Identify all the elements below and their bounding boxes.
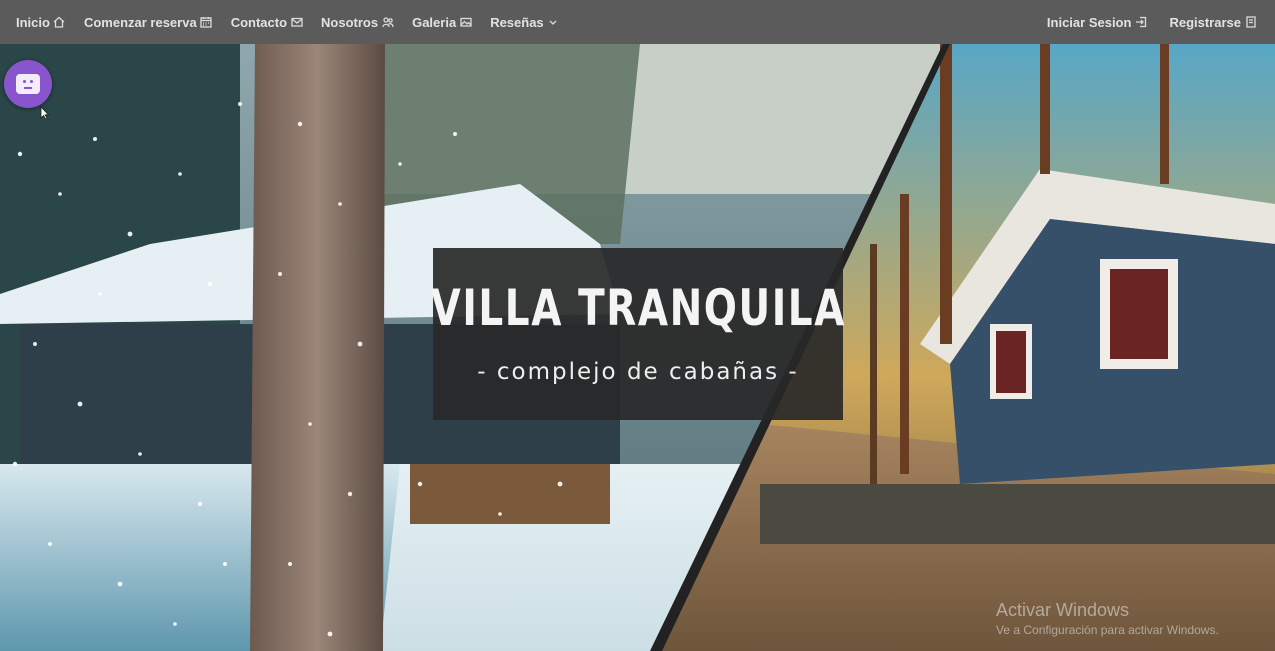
chatbot-eye-left bbox=[23, 80, 26, 83]
nav-galeria[interactable]: Galeria bbox=[412, 15, 472, 30]
nav-iniciar-sesion[interactable]: Iniciar Sesion bbox=[1047, 15, 1148, 30]
nav-nosotros-label: Nosotros bbox=[321, 14, 379, 30]
chatbot-eye-right bbox=[30, 80, 33, 83]
home-icon bbox=[53, 16, 66, 29]
nav-registrarse[interactable]: Registrarse bbox=[1169, 15, 1257, 30]
title-box: VILLA TRANQUILA - complejo de cabañas - bbox=[430, 248, 846, 420]
image-icon bbox=[459, 16, 472, 29]
nav-nosotros[interactable]: Nosotros bbox=[321, 15, 394, 30]
chatbot-button[interactable] bbox=[4, 60, 52, 108]
watermark-subtitle: Ve a Configuración para activar Windows. bbox=[996, 623, 1219, 637]
nav-registrarse-label: Registrarse bbox=[1169, 14, 1241, 30]
nav-galeria-label: Galeria bbox=[412, 14, 457, 30]
hero-section: VILLA TRANQUILA - complejo de cabañas - … bbox=[0, 44, 1275, 651]
watermark-title: Activar Windows bbox=[996, 600, 1130, 620]
mail-icon bbox=[290, 16, 303, 29]
nav-right-group: Iniciar Sesion Registrarse bbox=[1025, 15, 1257, 30]
nav-comenzar-reserva-label: Comenzar reserva bbox=[83, 14, 197, 30]
calendar-icon bbox=[200, 16, 213, 29]
nav-inicio[interactable]: Inicio bbox=[16, 15, 66, 30]
mouse-cursor-icon bbox=[40, 106, 50, 120]
nav-resenas[interactable]: Reseñas bbox=[490, 15, 559, 30]
windows-activation-watermark: Activar Windows Ve a Configuración para … bbox=[996, 600, 1219, 637]
hero-title: VILLA TRANQUILA bbox=[430, 279, 846, 337]
nav-comenzar-reserva[interactable]: Comenzar reserva bbox=[84, 15, 213, 30]
people-icon bbox=[381, 16, 394, 29]
register-icon bbox=[1244, 16, 1257, 29]
chevron-down-icon bbox=[547, 16, 560, 29]
nav-contacto[interactable]: Contacto bbox=[231, 15, 303, 30]
nav-iniciar-sesion-label: Iniciar Sesion bbox=[1046, 14, 1132, 30]
chatbot-mouth bbox=[24, 87, 32, 89]
nav-resenas-label: Reseñas bbox=[490, 14, 544, 30]
chatbot-icon bbox=[16, 74, 40, 94]
nav-inicio-label: Inicio bbox=[16, 14, 50, 30]
top-navbar: Inicio Comenzar reserva Contacto Nosotro… bbox=[0, 0, 1275, 44]
hero-subtitle: - complejo de cabañas - bbox=[477, 359, 799, 385]
login-icon bbox=[1134, 16, 1147, 29]
nav-contacto-label: Contacto bbox=[230, 14, 288, 30]
nav-left-group: Inicio Comenzar reserva Contacto Nosotro… bbox=[16, 15, 578, 30]
